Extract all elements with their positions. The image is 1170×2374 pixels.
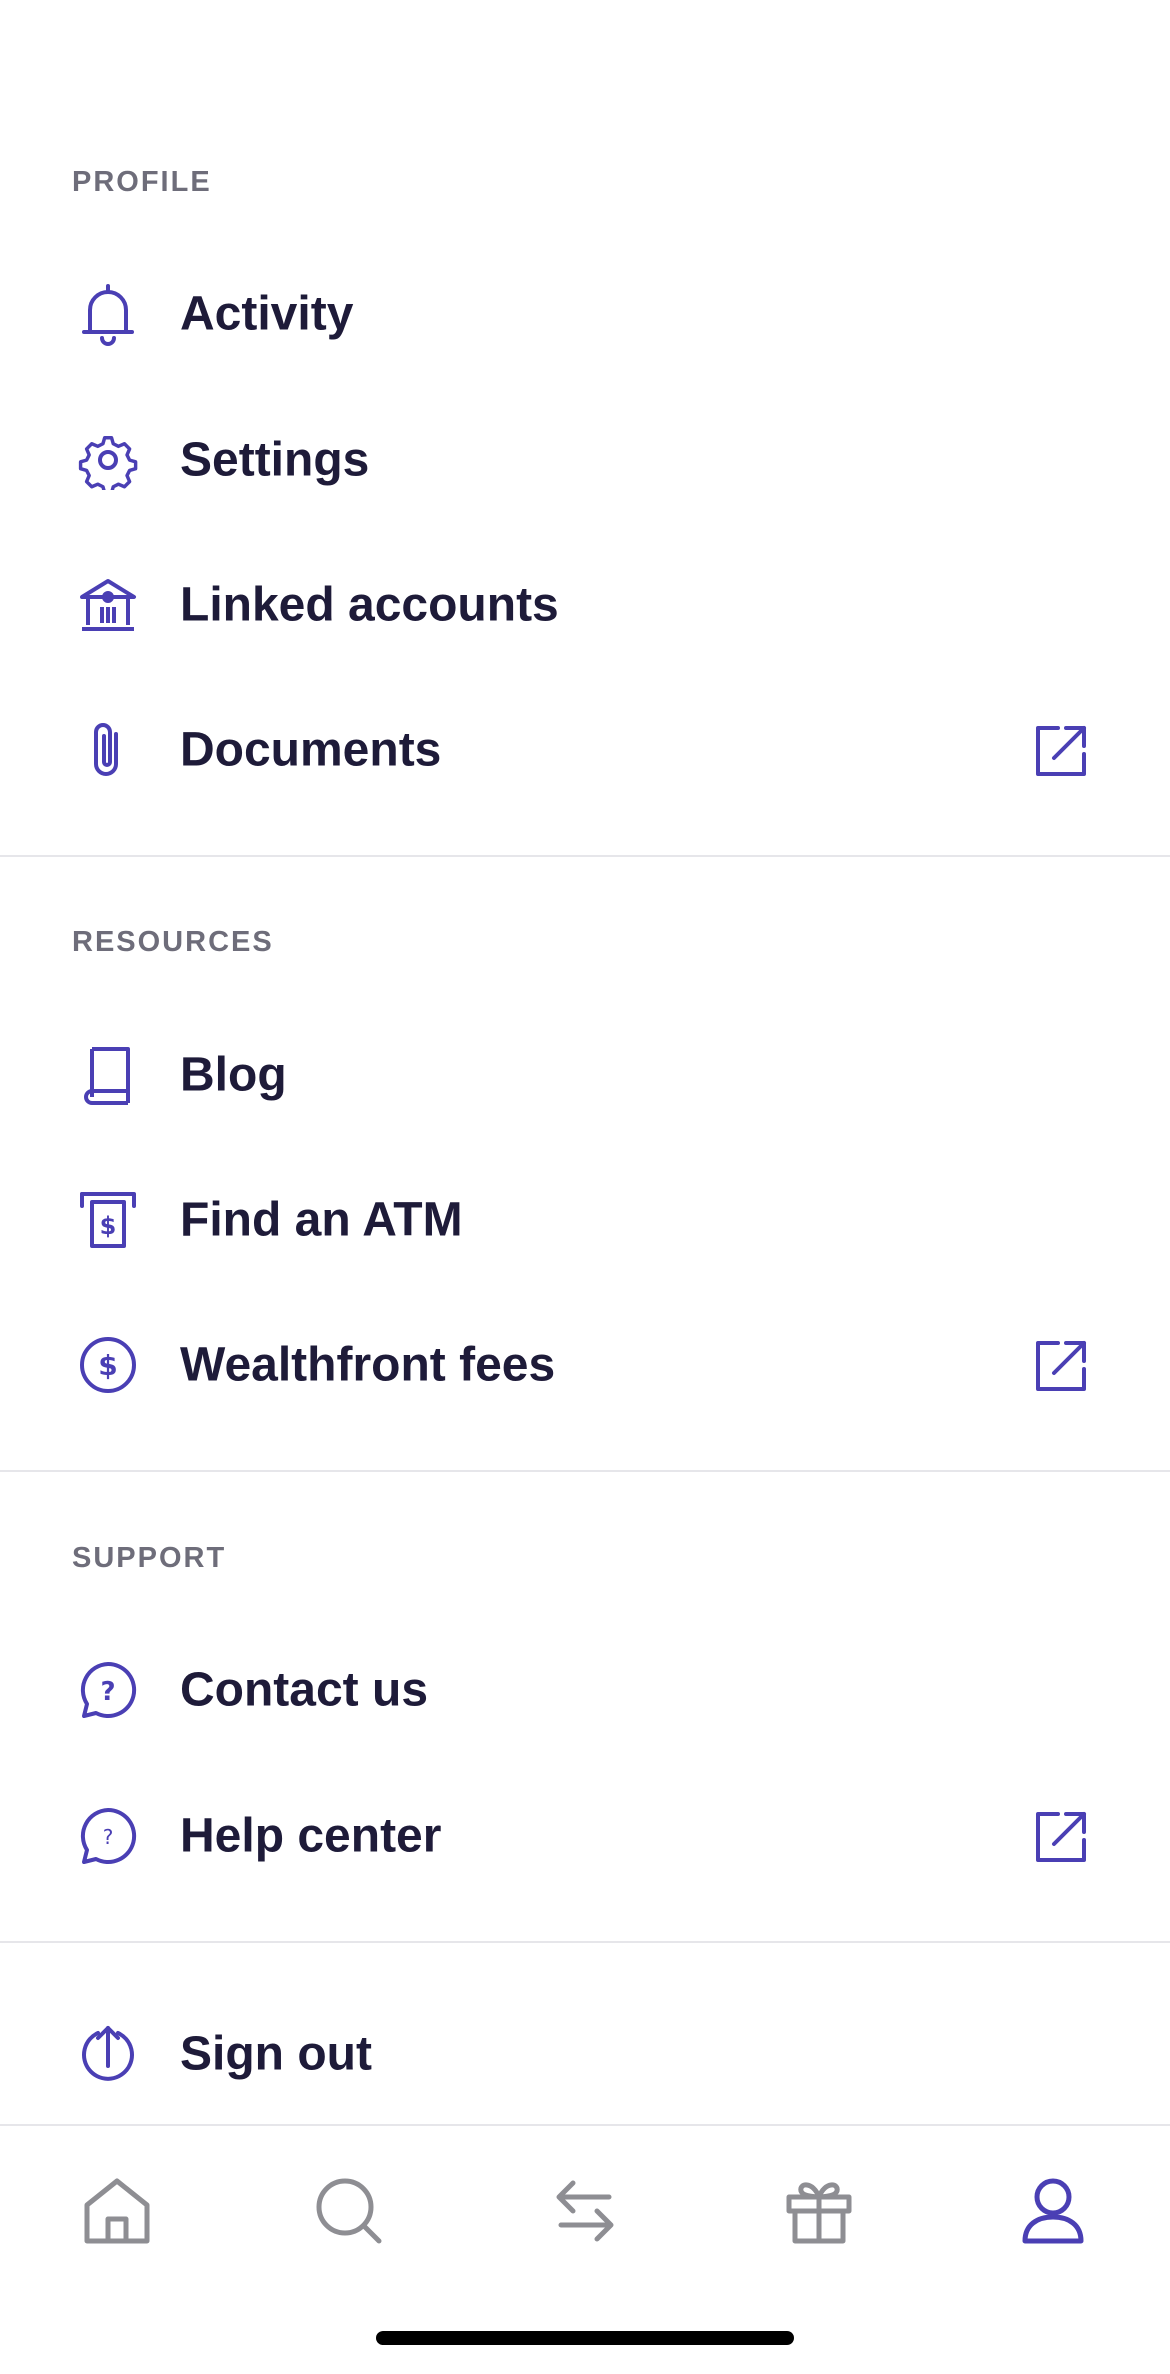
- bell-icon: [72, 278, 144, 350]
- menu-item-label: Activity: [180, 287, 354, 341]
- menu-item-label: Documents: [180, 723, 442, 777]
- sign-out-icon: [72, 2018, 144, 2090]
- menu-item-label: Blog: [180, 1048, 287, 1102]
- svg-text:?: ?: [100, 1677, 115, 1707]
- svg-text:?: ?: [103, 1825, 114, 1849]
- menu-item-linked-accounts[interactable]: Linked accounts: [0, 545, 1170, 665]
- section-title-support: SUPPORT: [72, 1542, 227, 1574]
- svg-text:$: $: [100, 1212, 117, 1240]
- section-divider: [0, 1470, 1170, 1472]
- section-title-profile: PROFILE: [72, 166, 212, 198]
- section-title-resources: RESOURCES: [72, 926, 274, 958]
- profile-icon: [1017, 2175, 1089, 2247]
- transfer-icon: [549, 2175, 621, 2247]
- menu-item-find-atm[interactable]: $ Find an ATM: [0, 1160, 1170, 1280]
- menu-item-settings[interactable]: Settings: [0, 400, 1170, 520]
- menu-item-label: Contact us: [180, 1663, 429, 1717]
- menu-item-documents[interactable]: Documents: [0, 690, 1170, 810]
- gear-icon: [72, 424, 144, 496]
- menu-item-wealthfront-fees[interactable]: $ Wealthfront fees: [0, 1305, 1170, 1425]
- bank-icon: [72, 569, 144, 641]
- menu-item-contact-us[interactable]: ? Contact us: [0, 1630, 1170, 1750]
- menu-item-label: Linked accounts: [180, 578, 559, 632]
- tab-transfer[interactable]: [540, 2166, 630, 2256]
- home-indicator: [376, 2331, 794, 2345]
- tab-gift[interactable]: [774, 2166, 864, 2256]
- gift-icon: [783, 2175, 855, 2247]
- tab-profile[interactable]: [1008, 2166, 1098, 2256]
- menu-item-label: Wealthfront fees: [180, 1338, 556, 1392]
- external-link-icon: [1032, 1806, 1092, 1866]
- svg-text:$: $: [98, 1349, 117, 1382]
- dollar-circle-icon: $: [72, 1329, 144, 1401]
- menu-item-blog[interactable]: Blog: [0, 1015, 1170, 1135]
- menu-item-label: Help center: [180, 1809, 442, 1863]
- external-link-icon: [1032, 1335, 1092, 1395]
- book-icon: [72, 1039, 144, 1111]
- tab-home[interactable]: [72, 2166, 162, 2256]
- question-chat-icon: ?: [72, 1800, 144, 1872]
- sign-out-label: Sign out: [180, 2027, 372, 2081]
- atm-icon: $: [72, 1184, 144, 1256]
- section-divider: [0, 855, 1170, 857]
- menu-item-activity[interactable]: Activity: [0, 254, 1170, 374]
- sign-out-button[interactable]: Sign out: [0, 1994, 1170, 2114]
- paperclip-icon: [72, 714, 144, 786]
- search-icon: [313, 2175, 385, 2247]
- external-link-icon: [1032, 720, 1092, 780]
- section-divider: [0, 1941, 1170, 1943]
- menu-item-label: Find an ATM: [180, 1193, 463, 1247]
- menu-item-help-center[interactable]: ? Help center: [0, 1776, 1170, 1896]
- question-chat-icon: ?: [72, 1654, 144, 1726]
- home-icon: [81, 2175, 153, 2247]
- menu-item-label: Settings: [180, 433, 370, 487]
- tab-search[interactable]: [304, 2166, 394, 2256]
